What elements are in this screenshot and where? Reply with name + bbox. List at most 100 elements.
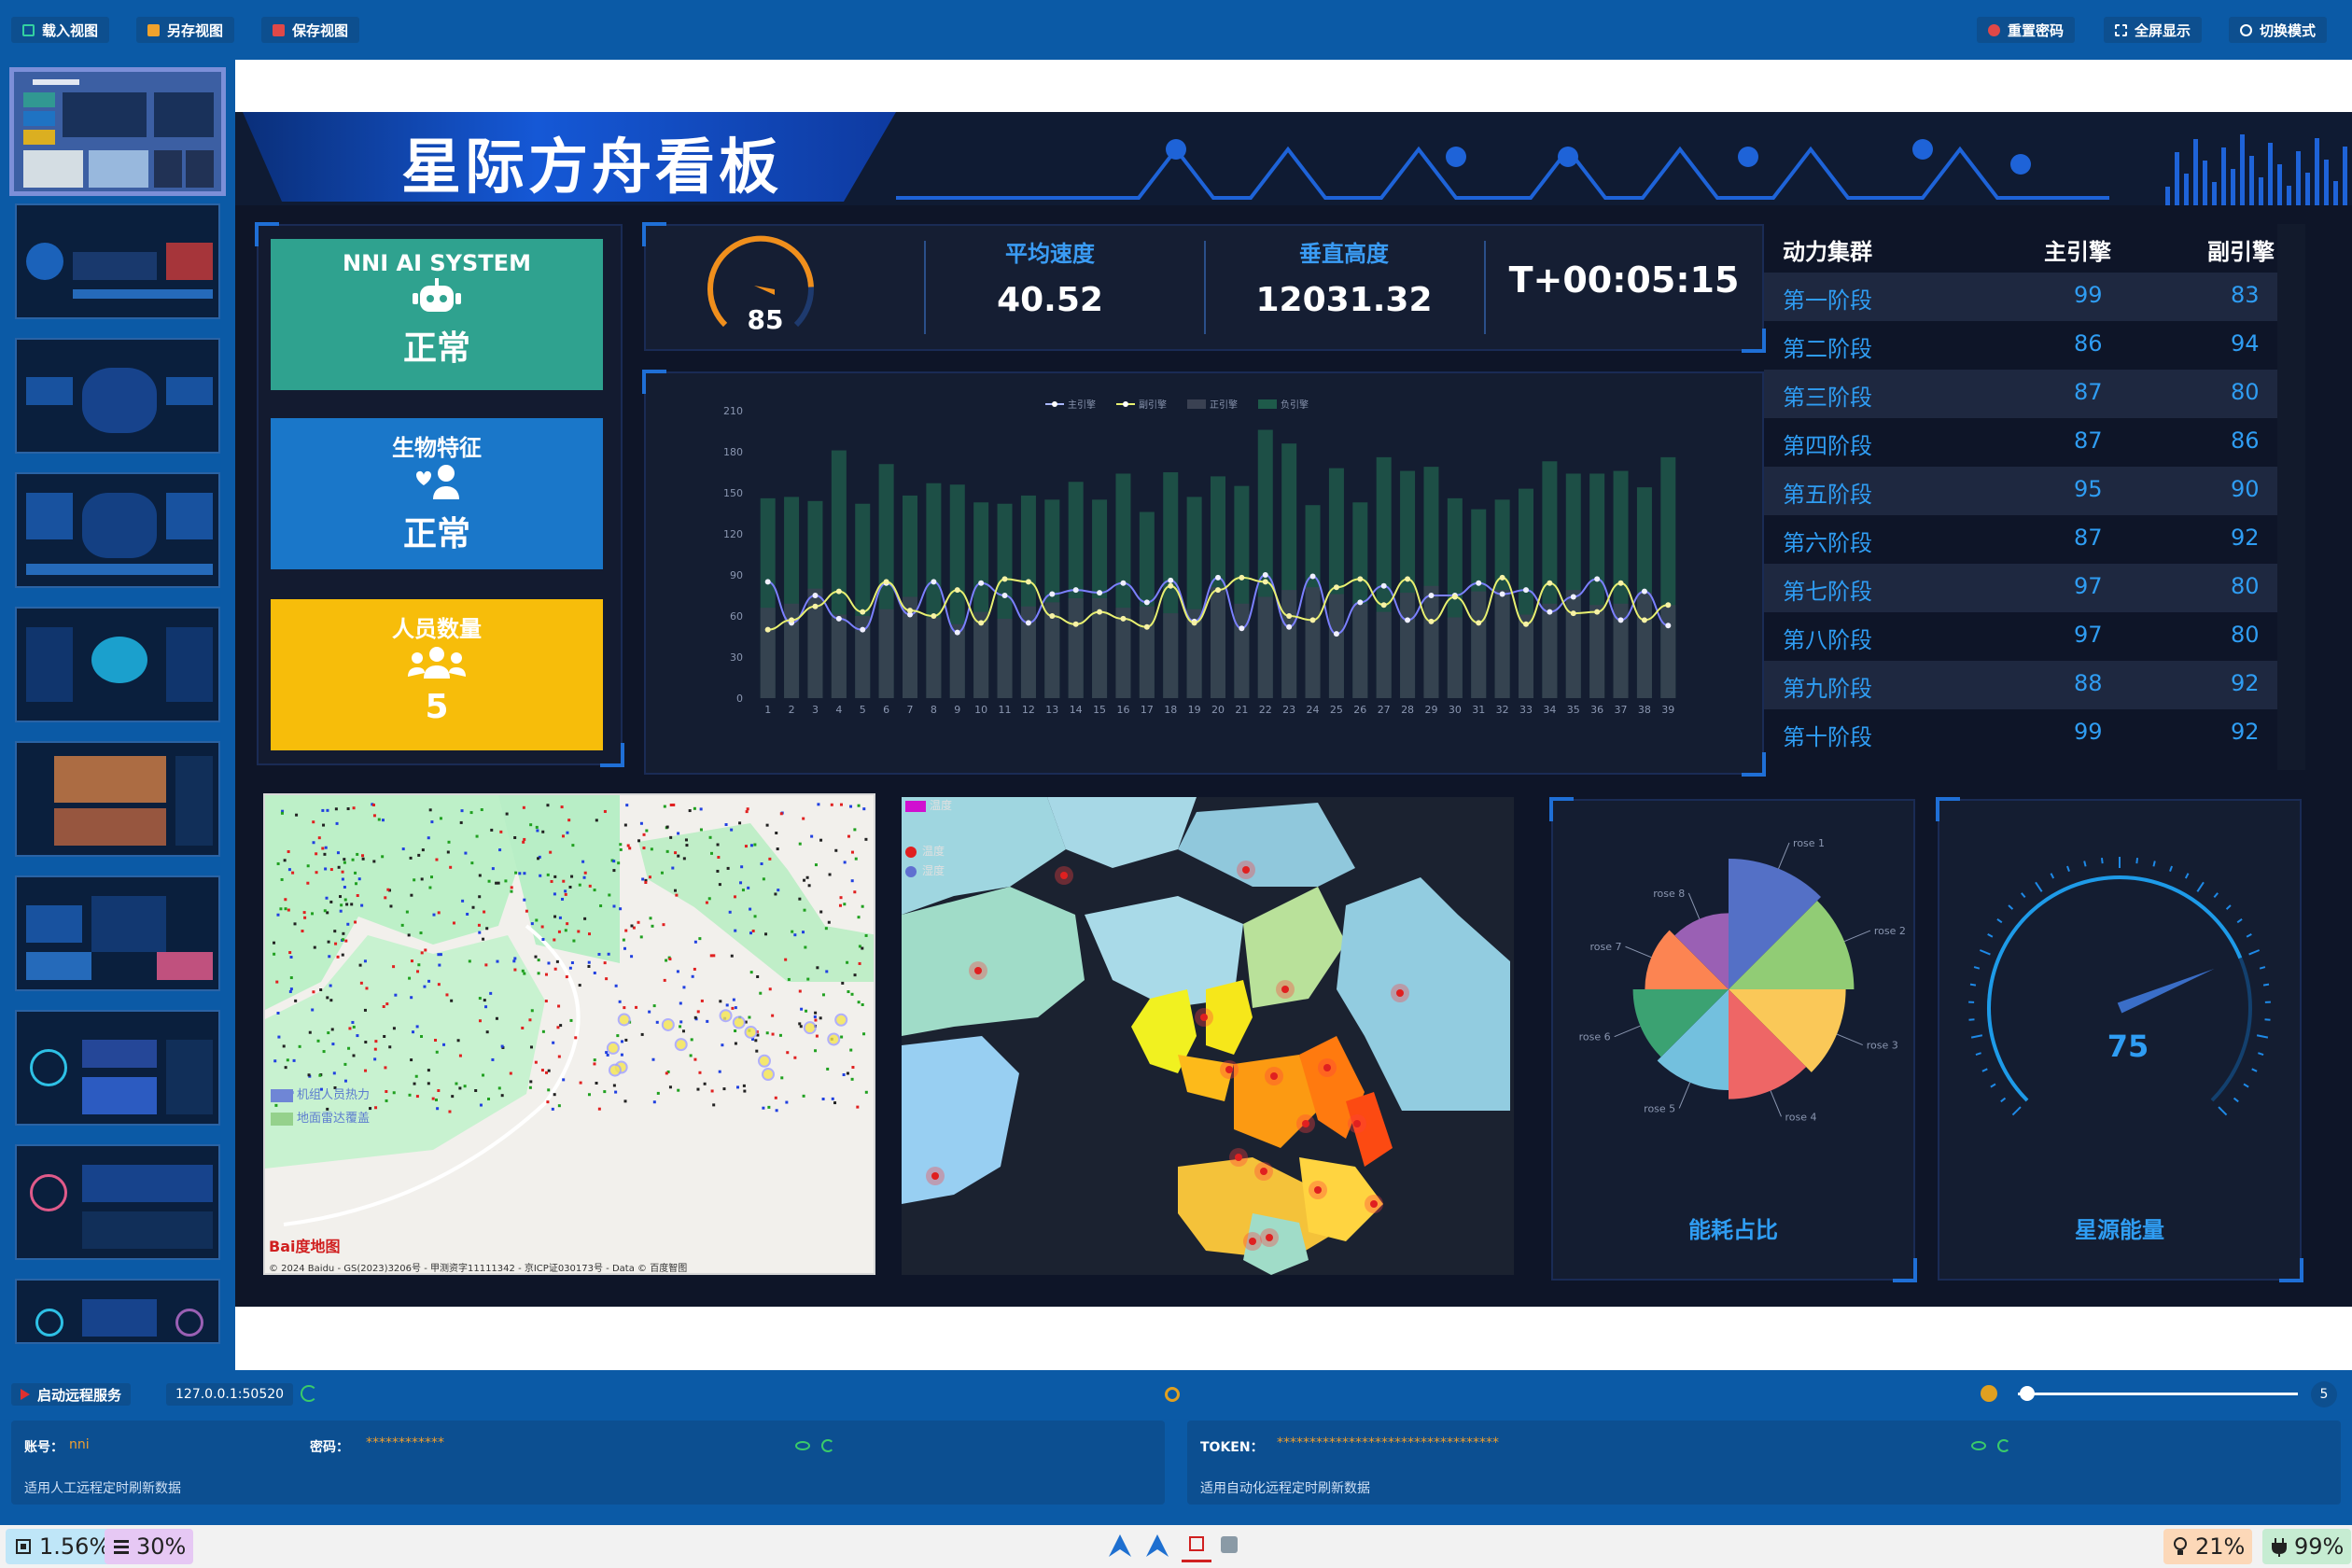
table-cell: 第四阶段 xyxy=(1783,433,1872,459)
x-tick-label: 34 xyxy=(1543,704,1556,716)
light-indicator[interactable]: 21% xyxy=(2163,1529,2253,1564)
region-legend: 温度 温度 湿度 xyxy=(905,797,952,878)
series-point xyxy=(931,613,937,619)
series-point xyxy=(1286,623,1293,630)
bar-positive-engine xyxy=(1589,605,1605,698)
x-tick-label: 7 xyxy=(907,704,914,716)
reset-password-button[interactable]: 重置密码 xyxy=(1977,17,2076,43)
bar-positive-engine xyxy=(1234,603,1250,698)
refresh-password-icon[interactable] xyxy=(821,1439,834,1452)
slider-handle[interactable] xyxy=(2020,1386,2035,1401)
x-tick-label: 17 xyxy=(1141,704,1154,716)
password-label: 密码： xyxy=(310,1440,349,1455)
series-point xyxy=(1428,593,1435,598)
gauge-tick xyxy=(2225,904,2232,910)
template-thumbnail[interactable] xyxy=(15,472,220,588)
template-thumbnail[interactable] xyxy=(15,607,220,722)
rose-label-line xyxy=(1678,1082,1691,1109)
app-arrow-icon-2[interactable] xyxy=(1144,1533,1170,1559)
template-thumbnail[interactable] xyxy=(15,875,220,991)
gauge-tick xyxy=(2050,873,2055,879)
series-point xyxy=(1239,625,1245,632)
x-tick-label: 23 xyxy=(1282,704,1295,716)
gauge-tick xyxy=(1975,1052,1981,1057)
series-point xyxy=(860,609,866,615)
token-field[interactable]: ********************************** xyxy=(1277,1435,1499,1450)
x-tick-label: 21 xyxy=(1235,704,1248,716)
start-service-button[interactable]: 启动远程服务 xyxy=(11,1383,132,1406)
series-point xyxy=(1143,623,1150,630)
gauge-tick xyxy=(2251,1068,2258,1072)
template-thumbnail[interactable] xyxy=(15,338,220,454)
cpu-indicator[interactable]: 1.56% xyxy=(6,1529,119,1564)
system-status-card: NNI AI SYSTEM 正常 xyxy=(271,239,603,390)
x-tick-label: 27 xyxy=(1378,704,1391,716)
token-label: TOKEN： xyxy=(1200,1440,1264,1455)
fullscreen-button[interactable]: 全屏显示 xyxy=(2104,17,2203,43)
x-tick-label: 3 xyxy=(812,704,819,716)
user-heart-icon xyxy=(416,465,459,499)
series-point xyxy=(1570,610,1576,617)
bar-positive-engine xyxy=(1163,613,1179,698)
manual-refresh-panel: 账号： nni 密码： ************ 适用人工远程定时刷新数据 xyxy=(11,1421,1165,1505)
users-icon xyxy=(408,647,466,679)
series-point xyxy=(1476,620,1482,626)
memory-indicator[interactable]: 30% xyxy=(105,1529,194,1564)
x-tick-label: 24 xyxy=(1307,704,1320,716)
bar-positive-engine xyxy=(1352,603,1368,698)
template-thumbnail[interactable] xyxy=(15,741,220,857)
refresh-token-icon[interactable] xyxy=(1997,1439,2010,1452)
x-tick-label: 30 xyxy=(1449,704,1462,716)
refresh-slider[interactable] xyxy=(2018,1393,2298,1395)
terminal-app-icon[interactable] xyxy=(1221,1536,1238,1553)
app-arrow-icon[interactable] xyxy=(1107,1533,1133,1559)
bar-positive-engine xyxy=(1447,617,1463,698)
active-app-icon[interactable] xyxy=(1182,1531,1211,1562)
gauge-tick xyxy=(2152,861,2156,867)
template-thumbnail[interactable] xyxy=(15,1010,220,1126)
gauge-tick xyxy=(2008,904,2014,910)
template-thumbnail[interactable] xyxy=(15,1279,220,1344)
heatmap-map[interactable]: 机组人员热力 地面雷达覆盖 Bai度地图 © 2024 Baidu - GS(2… xyxy=(263,793,875,1275)
switch-mode-button[interactable]: 切换模式 xyxy=(2229,17,2328,43)
y-tick-label: 60 xyxy=(730,610,743,623)
series-point xyxy=(1476,580,1482,586)
series-point xyxy=(1072,587,1079,594)
rose-label: rose 5 xyxy=(1644,1102,1675,1114)
x-tick-label: 25 xyxy=(1330,704,1343,716)
x-tick-label: 28 xyxy=(1401,704,1414,716)
password-field[interactable]: ************ xyxy=(366,1435,444,1450)
series-point xyxy=(1405,617,1411,623)
load-view-button[interactable]: 载入视图 xyxy=(11,17,110,43)
x-tick-label: 8 xyxy=(931,704,937,716)
save-as-view-button[interactable]: 另存视图 xyxy=(136,17,235,43)
rose-label: rose 2 xyxy=(1874,925,1906,937)
template-thumbnail[interactable] xyxy=(15,1144,220,1260)
series-point xyxy=(1097,609,1103,615)
series-point xyxy=(1215,587,1221,594)
series-point xyxy=(1049,613,1056,619)
table-cell: 第二阶段 xyxy=(1783,336,1872,362)
x-tick-label: 12 xyxy=(1022,704,1035,716)
series-point xyxy=(1641,617,1647,623)
template-thumbnail-selected[interactable] xyxy=(9,67,226,196)
show-password-icon[interactable] xyxy=(795,1441,810,1450)
altitude-stat: 垂直高度 12031.32 xyxy=(1255,241,1433,319)
battery-indicator[interactable]: 99% xyxy=(2262,1529,2352,1564)
gauge-tick xyxy=(2233,1097,2239,1103)
show-token-icon[interactable] xyxy=(1971,1441,1986,1450)
table-cell: 94 xyxy=(2231,330,2260,357)
refresh-address-icon[interactable] xyxy=(301,1385,317,1402)
bar-positive-engine xyxy=(1305,587,1321,698)
table-row: 第二阶段 86 94 xyxy=(1764,321,2287,370)
x-tick-label: 18 xyxy=(1164,704,1177,716)
gauge-tick xyxy=(1981,1068,1988,1072)
account-field[interactable]: nni xyxy=(69,1437,90,1452)
gauge-tick xyxy=(2184,873,2190,879)
power-plug-icon xyxy=(2272,1538,2287,1557)
x-tick-label: 36 xyxy=(1590,704,1603,716)
region-map-panel[interactable]: 温度 温度 湿度 xyxy=(898,793,1529,1279)
template-thumbnail[interactable] xyxy=(15,203,220,319)
x-tick-label: 5 xyxy=(860,704,866,716)
save-view-button[interactable]: 保存视图 xyxy=(261,17,360,43)
